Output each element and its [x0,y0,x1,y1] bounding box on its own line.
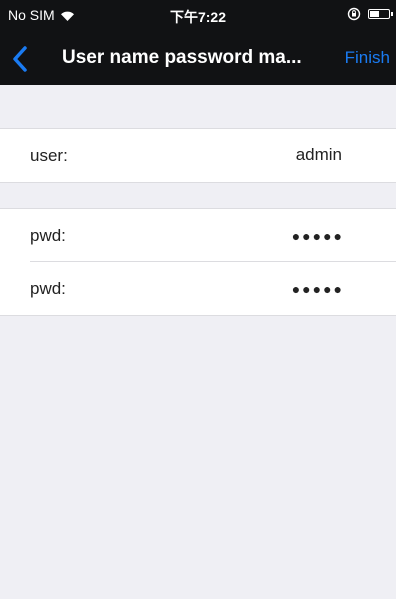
status-time: 下午7:22 [169,9,227,25]
battery-icon [368,9,393,19]
confirm-password-label: pwd: [30,279,66,298]
page-title: User name password ma... [62,47,302,68]
password-group: pwd: ●●●●● pwd: ●●●●● [0,208,396,316]
back-button[interactable] [10,45,32,73]
confirm-password-row[interactable]: pwd: ●●●●● [0,262,396,315]
user-value-field[interactable]: admin [296,145,342,165]
status-bar: No SIM 下午7:22 [0,0,396,31]
user-row[interactable]: user: admin [0,129,396,182]
status-right [347,7,393,21]
finish-button[interactable]: Finish [345,48,390,68]
password-row[interactable]: pwd: ●●●●● [0,209,396,262]
user-label: user: [30,146,68,165]
user-group: user: admin [0,129,396,183]
navigation-bar: User name password ma... Finish [0,31,396,85]
rotation-lock-icon [347,7,361,21]
password-label: pwd: [30,226,66,245]
password-field[interactable]: ●●●●● [292,228,344,244]
confirm-password-field[interactable]: ●●●●● [292,281,344,297]
screen: No SIM 下午7:22 User name password ma... F… [0,0,396,599]
chevron-left-icon [13,46,27,72]
section-spacer [0,85,396,129]
